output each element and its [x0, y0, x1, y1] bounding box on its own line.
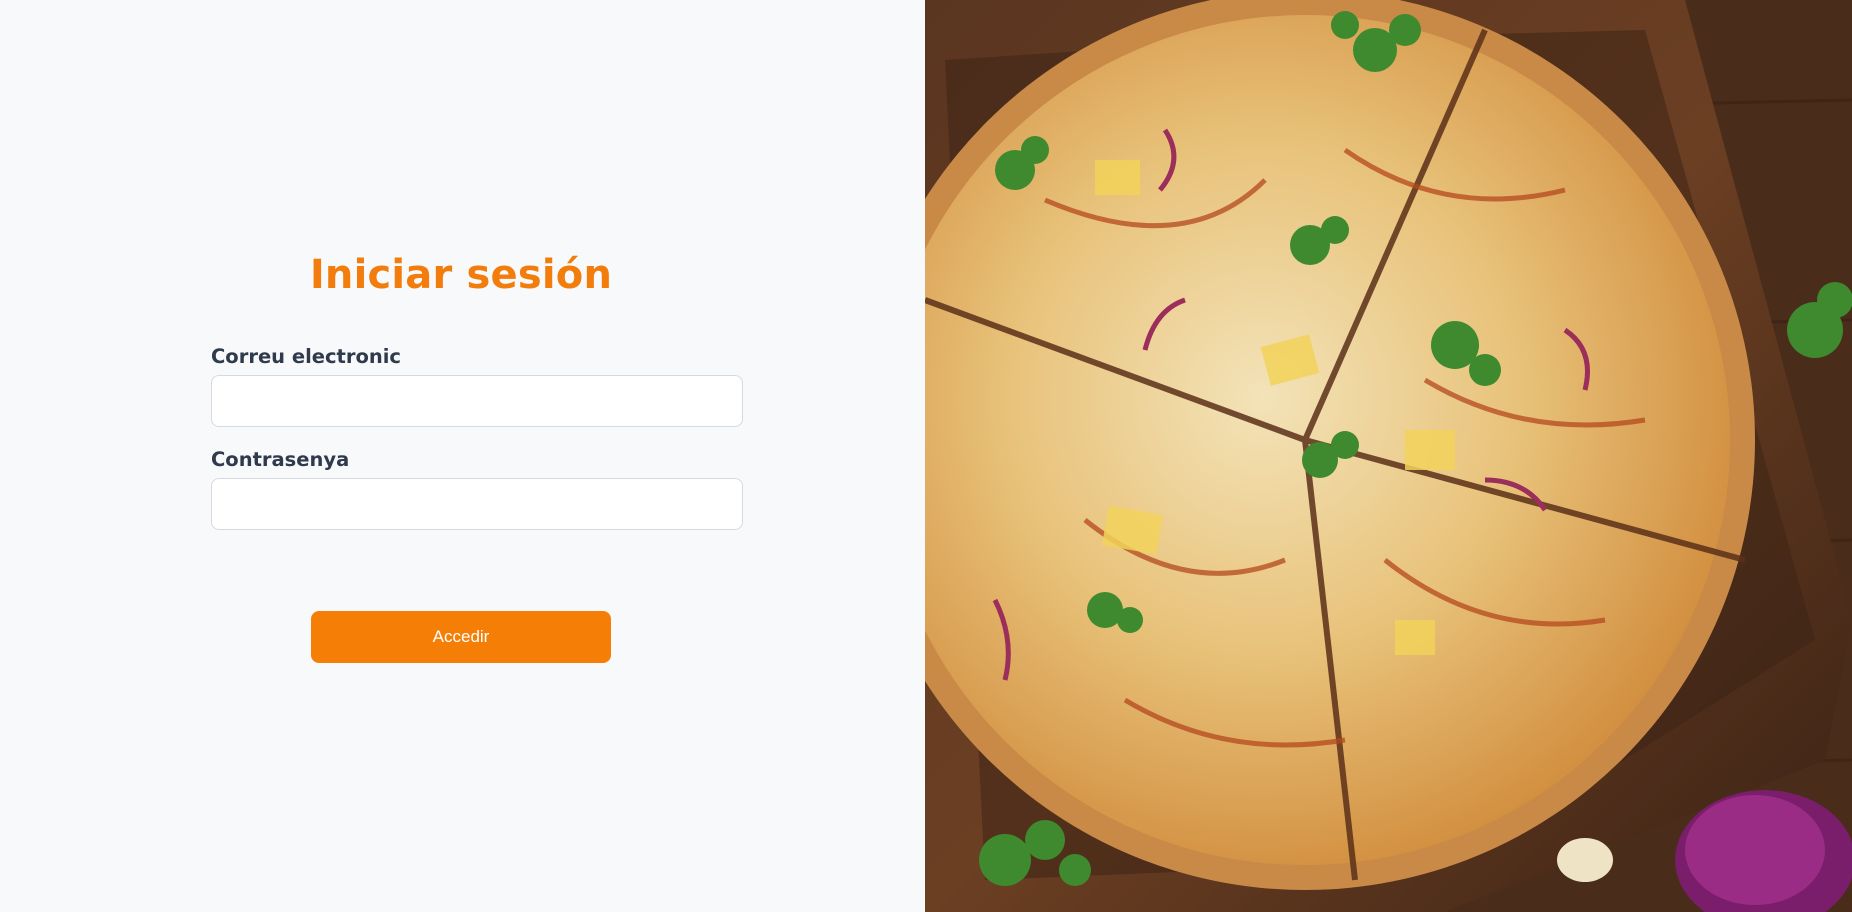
email-field[interactable]	[211, 375, 743, 427]
submit-button[interactable]: Accedir	[311, 611, 611, 663]
login-page: Iniciar sesión Correu electronic Contras…	[0, 0, 1852, 912]
login-panel: Iniciar sesión Correu electronic Contras…	[0, 0, 925, 912]
email-label: Correu electronic	[211, 345, 401, 368]
password-field[interactable]	[211, 478, 743, 530]
pizza-photo	[925, 0, 1852, 912]
page-title: Iniciar sesión	[309, 252, 613, 298]
password-label: Contrasenya	[211, 448, 350, 471]
hero-image	[925, 0, 1852, 912]
